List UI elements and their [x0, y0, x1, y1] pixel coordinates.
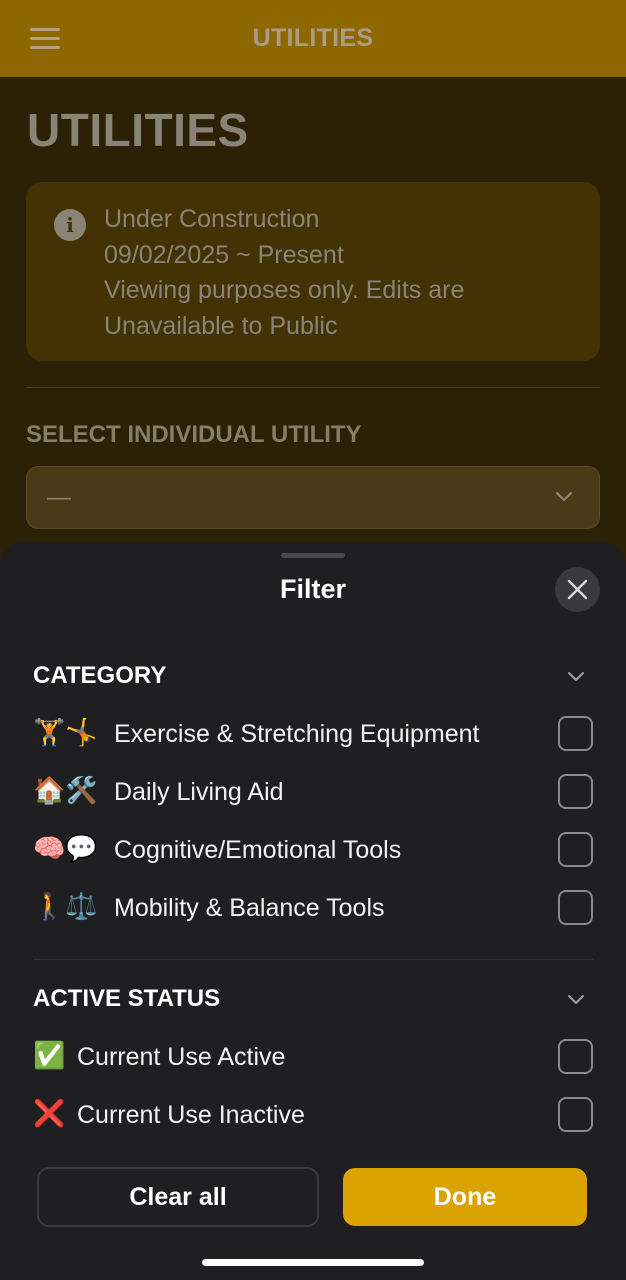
filter-title: Filter [279, 574, 346, 604]
close-button[interactable] [555, 567, 600, 612]
filter-option-cognitive[interactable]: 🧠💬 Cognitive/Emotional Tools [33, 825, 593, 875]
filter-option-label: Cognitive/Emotional Tools [114, 836, 402, 864]
clear-all-button[interactable]: Clear all [37, 1167, 319, 1227]
active-status-section-header[interactable]: ACTIVE STATUS [33, 979, 593, 1019]
cross-mark-icon: ❌ [33, 1099, 66, 1129]
checkbox-cognitive[interactable] [558, 832, 593, 867]
filter-option-mobility[interactable]: 🚶⚖️ Mobility & Balance Tools [33, 883, 593, 933]
select-utility-label: SELECT INDIVIDUAL UTILITY [26, 421, 362, 448]
category-section-title: CATEGORY [33, 662, 167, 689]
filter-option-label: Mobility & Balance Tools [114, 894, 385, 922]
filter-sheet: Filter CATEGORY 🏋️🤸 Exercise & Stretchin… [0, 542, 626, 1280]
active-status-section-title: ACTIVE STATUS [33, 985, 221, 1012]
filter-option-active[interactable]: ✅ Current Use Active [33, 1032, 593, 1082]
info-icon: i [54, 209, 86, 241]
filter-option-label: Exercise & Stretching Equipment [114, 720, 480, 748]
sheet-grabber[interactable] [281, 553, 345, 558]
category-section-header[interactable]: CATEGORY [33, 656, 593, 696]
done-button[interactable]: Done [343, 1168, 587, 1226]
top-app-bar: UTILITIES [0, 0, 626, 77]
divider [26, 387, 600, 388]
walker-scale-icon: 🚶⚖️ [33, 892, 98, 922]
check-mark-icon: ✅ [33, 1041, 66, 1071]
checkbox-mobility[interactable] [558, 890, 593, 925]
notice-line-date: 09/02/2025 ~ Present [104, 240, 344, 269]
select-utility-value: — [47, 484, 71, 511]
filter-option-label: Current Use Inactive [77, 1101, 305, 1129]
topbar-title: UTILITIES [252, 24, 374, 52]
checkbox-exercise[interactable] [558, 716, 593, 751]
brain-speech-icon: 🧠💬 [33, 834, 98, 864]
checkbox-inactive[interactable] [558, 1097, 593, 1132]
notice-line-status: Under Construction [104, 205, 320, 233]
section-divider [33, 959, 593, 960]
filter-option-exercise[interactable]: 🏋️🤸 Exercise & Stretching Equipment [33, 709, 593, 759]
utilities-screen: UTILITIES UTILITIES i Under Construction… [0, 0, 626, 1280]
filter-option-label: Current Use Active [77, 1043, 286, 1071]
filter-option-label: Daily Living Aid [114, 778, 284, 806]
construction-notice: i Under Construction 09/02/2025 ~ Presen… [26, 182, 600, 361]
chevron-down-icon [555, 491, 573, 502]
chevron-down-icon[interactable] [567, 994, 585, 1006]
house-tools-icon: 🏠🛠️ [33, 776, 98, 806]
select-utility-dropdown[interactable]: — [26, 466, 600, 529]
chevron-down-icon[interactable] [567, 671, 585, 683]
exercise-stretching-icon: 🏋️🤸 [33, 718, 98, 748]
filter-option-inactive[interactable]: ❌ Current Use Inactive [33, 1090, 593, 1140]
home-indicator[interactable] [202, 1259, 424, 1266]
close-icon [567, 579, 588, 600]
notice-line-unavailable: Unavailable to Public [104, 311, 338, 340]
notice-line-viewing: Viewing purposes only. Edits are [104, 276, 465, 304]
checkbox-daily-living[interactable] [558, 774, 593, 809]
page-title: UTILITIES [27, 104, 249, 156]
checkbox-active[interactable] [558, 1039, 593, 1074]
filter-option-daily-living[interactable]: 🏠🛠️ Daily Living Aid [33, 767, 593, 817]
